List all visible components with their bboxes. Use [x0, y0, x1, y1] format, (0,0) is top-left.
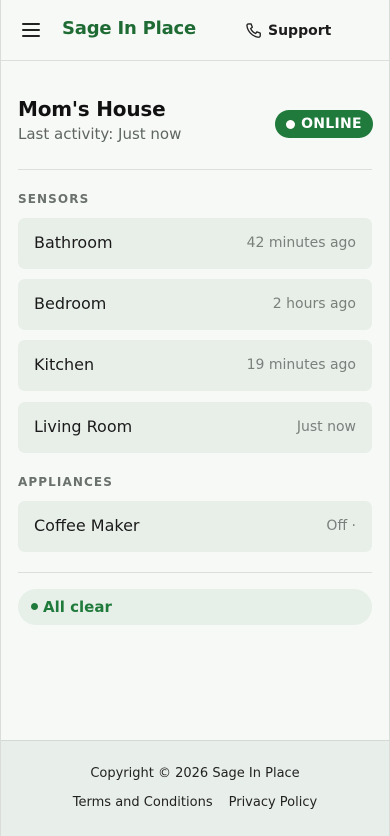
- divider: [18, 169, 372, 170]
- house-name: Mom's House: [18, 97, 166, 121]
- sensor-card-living-room[interactable]: Living Room Just now: [18, 402, 372, 453]
- app-header: Sage In Place Support: [1, 0, 389, 61]
- all-clear-banner: All clear: [18, 589, 372, 625]
- online-status-badge: ONLINE: [275, 110, 373, 138]
- appliance-status: Off ·: [326, 518, 356, 534]
- footer-links: Terms and Conditions Privacy Policy: [1, 795, 389, 810]
- copyright-text: Copyright © 2026 Sage In Place: [90, 766, 300, 781]
- sensor-card-bathroom[interactable]: Bathroom 42 minutes ago: [18, 218, 372, 269]
- all-clear-label: All clear: [43, 598, 112, 616]
- support-button[interactable]: Support: [244, 20, 331, 42]
- hamburger-menu-icon[interactable]: [22, 22, 41, 38]
- sensor-last-seen: 42 minutes ago: [246, 235, 356, 251]
- sensor-last-seen: 2 hours ago: [272, 296, 356, 312]
- sensor-name: Kitchen: [34, 355, 95, 374]
- status-dot-icon: [31, 603, 38, 610]
- appliance-name: Coffee Maker: [34, 516, 140, 535]
- status-label: ONLINE: [301, 116, 362, 132]
- sensor-name: Bedroom: [34, 294, 107, 313]
- sensor-name: Bathroom: [34, 233, 113, 252]
- divider: [18, 572, 372, 573]
- page-footer: Copyright © 2026 Sage In Place Terms and…: [1, 740, 389, 836]
- status-dot-icon: [286, 119, 296, 129]
- brand-title[interactable]: Sage In Place: [62, 18, 196, 39]
- sensor-last-seen: 19 minutes ago: [246, 357, 356, 373]
- terms-link[interactable]: Terms and Conditions: [73, 795, 213, 810]
- support-label: Support: [268, 23, 332, 39]
- sensors-section-title: SENSORS: [18, 192, 90, 206]
- sensor-card-kitchen[interactable]: Kitchen 19 minutes ago: [18, 340, 372, 391]
- appliance-card-coffee-maker[interactable]: Coffee Maker Off ·: [18, 501, 372, 552]
- sensor-card-bedroom[interactable]: Bedroom 2 hours ago: [18, 279, 372, 330]
- sensor-last-seen: Just now: [296, 419, 356, 435]
- last-activity: Last activity: Just now: [18, 125, 182, 143]
- privacy-link[interactable]: Privacy Policy: [229, 795, 318, 810]
- appliances-section-title: APPLIANCES: [18, 475, 113, 489]
- phone-icon: [246, 23, 261, 38]
- sensor-name: Living Room: [34, 417, 133, 436]
